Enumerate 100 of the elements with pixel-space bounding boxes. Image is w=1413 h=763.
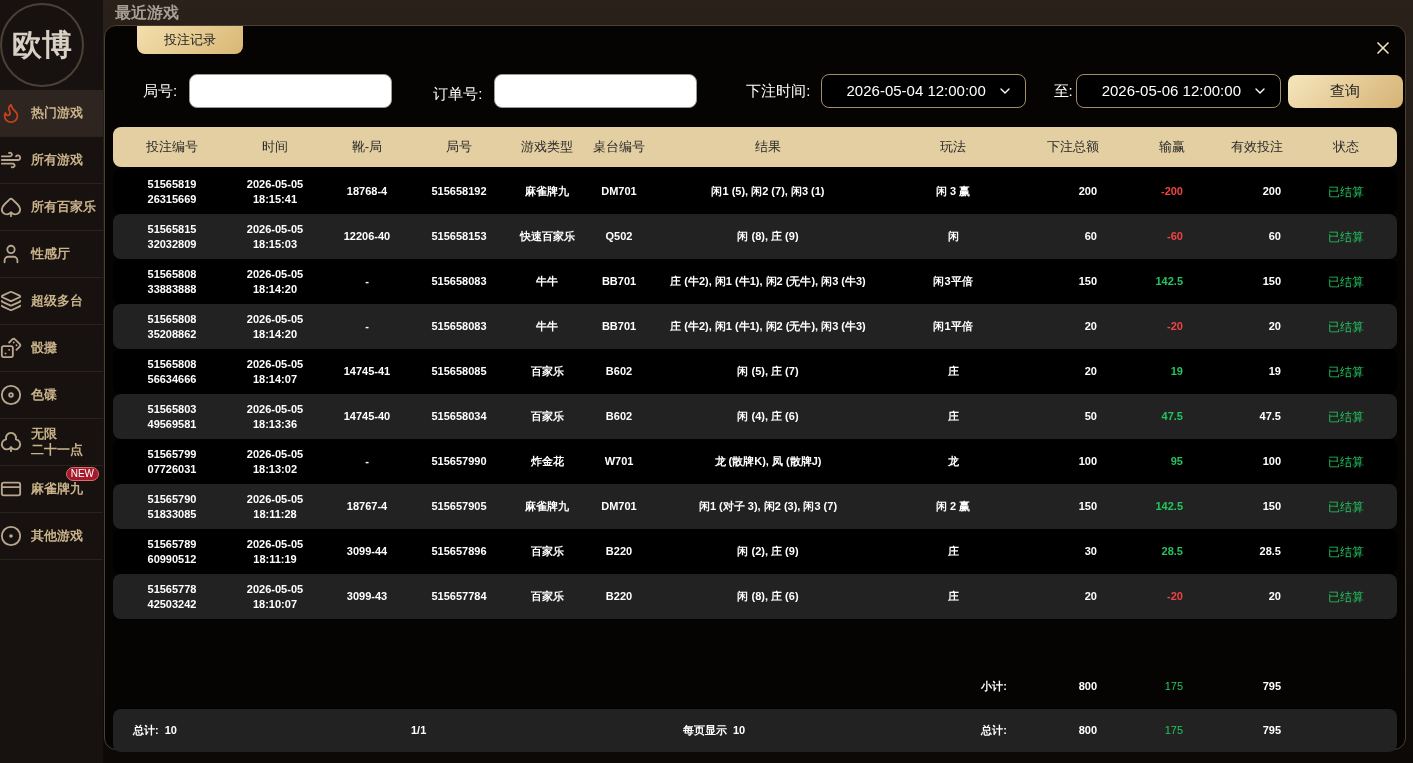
game-type: 百家乐 (530, 589, 564, 605)
order-label: 订单号: (433, 83, 483, 104)
bet-type: 庄 (947, 409, 959, 425)
bet-type: 庄 (947, 544, 959, 560)
start-time-select[interactable]: 2026-05-04 12:00:00 (820, 74, 1026, 108)
column-header: 输赢 (1159, 138, 1185, 157)
round-number: 515657784 (431, 589, 487, 605)
shoe-round: 3099-43 (346, 589, 388, 605)
sidebar-label: 性感厅 (31, 246, 71, 262)
bet-type: 闲 (947, 229, 959, 245)
bet-time: 2026-05-05 18:14:20 (245, 311, 305, 342)
bet-time: 2026-05-05 18:13:36 (245, 401, 305, 432)
bet-id: 5156580833883888 (146, 266, 198, 297)
bet-type: 龙 (947, 454, 959, 470)
query-button[interactable]: 查询 (1287, 74, 1403, 108)
shoe-round: - (365, 454, 369, 470)
section-title: 最近游戏 (115, 4, 179, 22)
bet-id: 5156580835208862 (146, 311, 198, 342)
table-code: Q502 (605, 229, 633, 245)
valid-bet: 47.5 (1259, 409, 1281, 425)
game-type: 百家乐 (530, 364, 564, 380)
table-code: DM701 (601, 184, 637, 200)
shoe-round: 18768-4 (346, 184, 388, 200)
round-number: 515657896 (431, 544, 487, 560)
column-header: 状态 (1333, 138, 1359, 157)
bet-id: 5156581532032809 (146, 221, 198, 252)
sidebar-label: 色碟 (31, 387, 58, 403)
bet-type: 庄 (947, 364, 959, 380)
end-time-select[interactable]: 2026-05-06 12:00:00 (1075, 74, 1281, 108)
bet-time: 2026-05-05 18:10:07 (245, 581, 305, 612)
bet-amount: 100 (1078, 454, 1097, 470)
bet-id: 5156579907726031 (146, 446, 198, 477)
round-number: 515658085 (431, 364, 487, 380)
status: 已结算 (1328, 408, 1364, 426)
round-label: 局号: (143, 80, 178, 101)
sidebar-label: 麻雀牌九 (31, 481, 84, 497)
win-loss: 95 (1170, 454, 1183, 470)
bet-type: 闲 2 赢 (935, 499, 971, 515)
total-win-loss: 175 (1164, 723, 1183, 739)
bet-amount: 50 (1084, 409, 1097, 425)
bet-time: 2026-05-05 18:11:19 (245, 536, 305, 567)
sidebar-label: 二十一点 (31, 442, 84, 458)
status: 已结算 (1328, 543, 1364, 561)
valid-bet: 150 (1262, 499, 1281, 515)
bet-time: 2026-05-05 18:14:07 (245, 356, 305, 387)
sidebar-item[interactable]: 热门游戏 (0, 90, 103, 137)
bet-amount: 20 (1084, 364, 1097, 380)
column-header: 投注编号 (146, 138, 198, 157)
status: 已结算 (1328, 273, 1364, 291)
status: 已结算 (1328, 228, 1364, 246)
win-loss: 47.5 (1161, 409, 1183, 425)
sidebar-label: 超级多台 (31, 293, 84, 309)
win-loss: -20 (1167, 589, 1183, 605)
bet-id: 5156577842503242 (146, 581, 198, 612)
bet-amount: 150 (1078, 499, 1097, 515)
round-input[interactable] (189, 74, 393, 108)
sidebar-label: 所有游戏 (31, 152, 84, 168)
round-number: 515657990 (431, 454, 487, 470)
subtotal-win-loss: 175 (1164, 679, 1183, 695)
sidebar-item[interactable]: NEW 麻雀牌九 (0, 466, 103, 513)
bet-id: 5156580856634666 (146, 356, 198, 387)
table-code: B220 (605, 589, 633, 605)
win-loss: -200 (1160, 184, 1183, 200)
total-count-label: 总计: (133, 723, 159, 739)
bet-type: 闲1平倍 (933, 319, 973, 335)
column-header: 时间 (262, 138, 288, 157)
valid-bet: 150 (1262, 274, 1281, 290)
to-label: 至: (1053, 80, 1073, 101)
total-label: 总计: (981, 723, 1007, 739)
shoe-round: 12206-40 (343, 229, 391, 245)
valid-bet: 100 (1262, 454, 1281, 470)
total-count: 10 (164, 723, 177, 739)
result: 闲 (8), 庄 (9) (737, 229, 799, 245)
disc-icon (0, 384, 22, 406)
shoe-round: 14745-40 (343, 409, 391, 425)
bet-amount: 20 (1084, 319, 1097, 335)
total-valid: 795 (1262, 723, 1281, 739)
win-loss: 19 (1170, 364, 1183, 380)
sidebar-label: 所有百家乐 (31, 199, 97, 215)
shoe-round: 3099-44 (346, 544, 388, 560)
valid-bet: 200 (1262, 184, 1281, 200)
win-loss: 142.5 (1155, 499, 1183, 515)
result: 龙 (散牌K), 凤 (散牌J) (714, 454, 822, 470)
game-type: 炸金花 (530, 454, 564, 470)
bet-id: 5156580349569581 (146, 401, 198, 432)
subtotal-bet: 800 (1078, 679, 1097, 695)
shoe-round: - (365, 319, 369, 335)
subtotal-label: 小计: (981, 679, 1007, 695)
status: 已结算 (1328, 453, 1364, 471)
column-header: 局号 (446, 138, 472, 157)
game-type: 百家乐 (530, 544, 564, 560)
bet-time: 2026-05-05 18:13:02 (245, 446, 305, 477)
result: 闲 (5), 庄 (7) (737, 364, 799, 380)
dialog-tab[interactable]: 投注记录 (137, 26, 243, 54)
order-input[interactable] (494, 74, 698, 108)
new-badge: NEW (65, 467, 99, 481)
bet-time: 2026-05-05 18:15:03 (245, 221, 305, 252)
bet-amount: 200 (1078, 184, 1097, 200)
bet-time: 2026-05-05 18:15:41 (245, 176, 305, 207)
result: 闲 (2), 庄 (9) (737, 544, 799, 560)
